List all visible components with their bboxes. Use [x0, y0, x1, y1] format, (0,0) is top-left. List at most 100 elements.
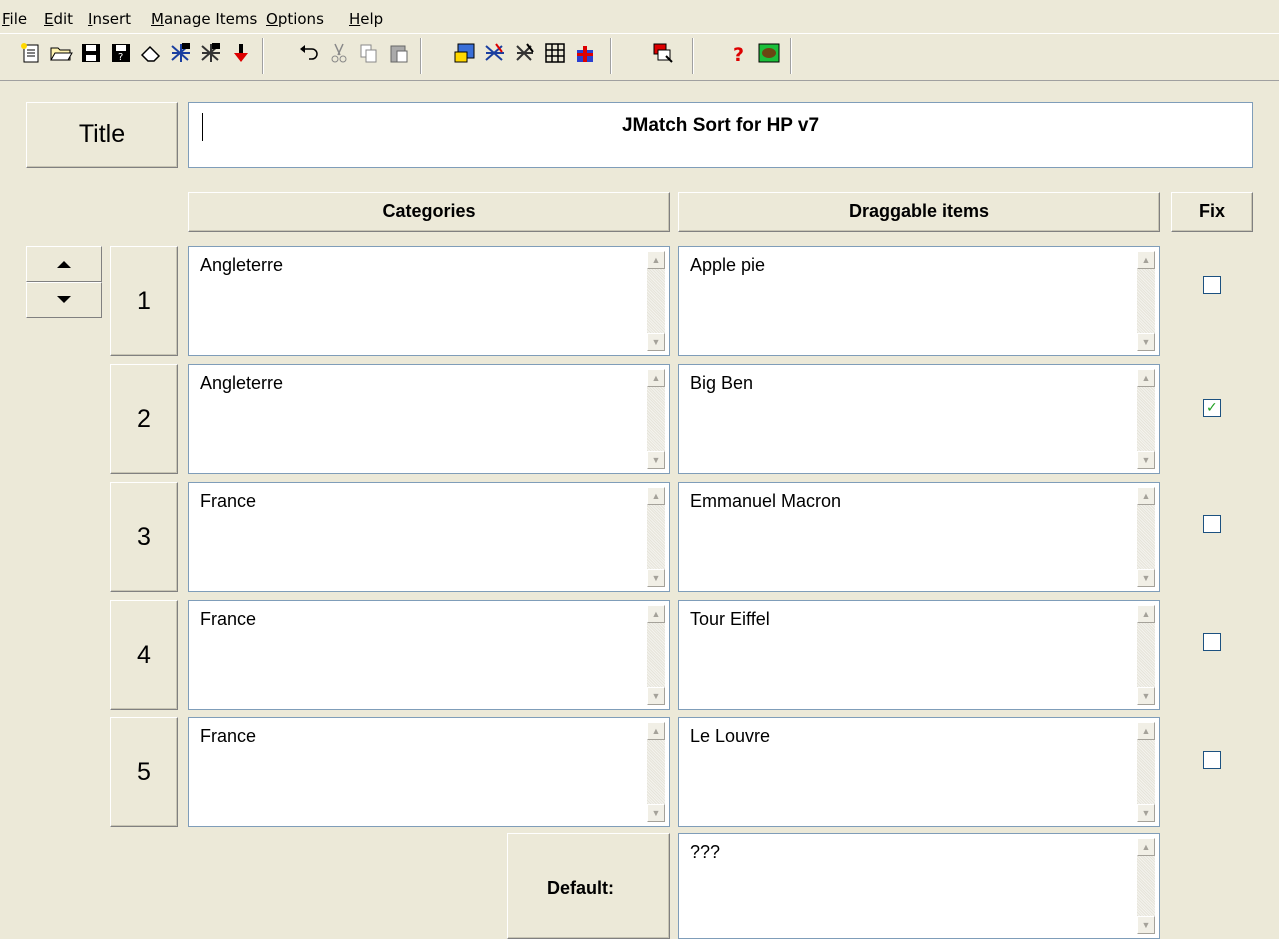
scroll-down-icon[interactable]: ▼ — [647, 333, 665, 351]
toolbar: ? ? — [0, 33, 1279, 81]
scroll-down-icon[interactable]: ▼ — [647, 804, 665, 822]
toolbar-separator — [692, 38, 694, 74]
menu-help[interactable]: Help — [349, 9, 383, 29]
item-field[interactable]: Le Louvre ▲ ▼ — [678, 717, 1160, 827]
menu-edit[interactable]: Edit — [44, 9, 73, 29]
categories-header: Categories — [188, 192, 670, 232]
item-text: Apple pie — [690, 255, 766, 275]
shuffle-icon[interactable] — [168, 40, 194, 66]
menu-manage-items[interactable]: Manage Items — [151, 9, 257, 29]
save-as-icon[interactable]: ? — [108, 40, 134, 66]
fix-header: Fix — [1171, 192, 1253, 232]
scroll-down-icon[interactable]: ▼ — [1137, 451, 1155, 469]
fix-checkbox[interactable] — [1203, 751, 1221, 769]
menu-bar: File Edit Insert Manage Items Options He… — [0, 0, 1279, 33]
scroll-up-icon[interactable]: ▲ — [1137, 838, 1155, 856]
scroll-down-icon[interactable]: ▼ — [1137, 916, 1155, 934]
help-icon[interactable]: ? — [726, 40, 752, 66]
save-icon[interactable] — [78, 40, 104, 66]
title-input[interactable]: JMatch Sort for HP v7 — [188, 102, 1253, 168]
item-field[interactable]: Apple pie ▲ ▼ — [678, 246, 1160, 356]
scroll-down-icon[interactable]: ▼ — [647, 569, 665, 587]
scroll-up-icon[interactable]: ▲ — [1137, 369, 1155, 387]
category-field[interactable]: France ▲ ▼ — [188, 600, 670, 710]
cut-icon[interactable] — [326, 40, 352, 66]
scroll-down-icon[interactable]: ▼ — [1137, 333, 1155, 351]
item-text: Emmanuel Macron — [690, 491, 842, 511]
scroll-up-icon[interactable]: ▲ — [647, 487, 665, 505]
category-field[interactable]: Angleterre ▲ ▼ — [188, 364, 670, 474]
text-caret — [202, 113, 203, 141]
category-field[interactable]: Angleterre ▲ ▼ — [188, 246, 670, 356]
download-arrow-icon[interactable] — [228, 40, 254, 66]
scroll-up-icon[interactable]: ▲ — [1137, 605, 1155, 623]
menu-options[interactable]: Options — [266, 9, 324, 29]
table-icon[interactable] — [542, 40, 568, 66]
export-alt-icon[interactable] — [512, 40, 538, 66]
scroll-up-icon[interactable]: ▲ — [647, 369, 665, 387]
eraser-icon[interactable] — [138, 40, 164, 66]
fix-checkbox[interactable] — [1203, 633, 1221, 651]
export-drag-icon[interactable] — [482, 40, 508, 66]
scrollbar[interactable]: ▲ ▼ — [1137, 251, 1155, 351]
category-field[interactable]: France ▲ ▼ — [188, 482, 670, 592]
shuffle-alt-icon[interactable] — [198, 40, 224, 66]
move-down-button[interactable] — [26, 282, 102, 318]
scrollbar[interactable]: ▲ ▼ — [647, 487, 665, 587]
gift-icon[interactable] — [572, 40, 598, 66]
category-text: Angleterre — [200, 255, 284, 275]
item-field[interactable]: Tour Eiffel ▲ ▼ — [678, 600, 1160, 710]
fix-checkbox[interactable] — [1203, 515, 1221, 533]
title-value: JMatch Sort for HP v7 — [621, 115, 820, 136]
scroll-down-icon[interactable]: ▼ — [647, 687, 665, 705]
scroll-up-icon[interactable]: ▲ — [647, 605, 665, 623]
scroll-up-icon[interactable]: ▲ — [1137, 722, 1155, 740]
category-field[interactable]: France ▲ ▼ — [188, 717, 670, 827]
move-up-button[interactable] — [26, 246, 102, 282]
scrollbar[interactable]: ▲ ▼ — [1137, 487, 1155, 587]
watch-icon[interactable] — [756, 40, 782, 66]
scroll-up-icon[interactable]: ▲ — [1137, 487, 1155, 505]
menu-file[interactable]: File — [2, 9, 27, 29]
scrollbar[interactable]: ▲ ▼ — [1137, 605, 1155, 705]
scrollbar[interactable]: ▲ ▼ — [1137, 838, 1155, 934]
export-web-icon[interactable] — [452, 40, 478, 66]
open-folder-icon[interactable] — [48, 40, 74, 66]
fix-checkbox[interactable]: ✓ — [1203, 399, 1221, 417]
scrollbar[interactable]: ▲ ▼ — [1137, 722, 1155, 822]
scroll-up-icon[interactable]: ▲ — [647, 722, 665, 740]
toolbar-separator — [262, 38, 264, 74]
scroll-down-icon[interactable]: ▼ — [1137, 569, 1155, 587]
scroll-down-icon[interactable]: ▼ — [1137, 687, 1155, 705]
scrollbar[interactable]: ▲ ▼ — [647, 605, 665, 705]
row-number: 3 — [110, 482, 178, 592]
new-file-icon[interactable] — [18, 40, 44, 66]
scroll-down-icon[interactable]: ▼ — [1137, 804, 1155, 822]
scrollbar[interactable]: ▲ ▼ — [647, 722, 665, 822]
default-label: Default: — [547, 878, 614, 898]
category-text: France — [200, 609, 257, 629]
item-text: Big Ben — [690, 373, 754, 393]
scrollbar[interactable]: ▲ ▼ — [1137, 369, 1155, 469]
scroll-up-icon[interactable]: ▲ — [1137, 251, 1155, 269]
menu-insert[interactable]: Insert — [88, 9, 131, 29]
copy-icon[interactable] — [356, 40, 382, 66]
category-text: Angleterre — [200, 373, 284, 393]
fix-checkbox[interactable] — [1203, 276, 1221, 294]
item-field[interactable]: Emmanuel Macron ▲ ▼ — [678, 482, 1160, 592]
toolbar-separator — [420, 38, 422, 74]
paste-icon[interactable] — [386, 40, 412, 66]
row-number: 2 — [110, 364, 178, 474]
title-label: Title — [26, 102, 178, 168]
toolbar-separator — [610, 38, 612, 74]
config-icon[interactable] — [650, 40, 676, 66]
draggable-items-header: Draggable items — [678, 192, 1160, 232]
scrollbar[interactable]: ▲ ▼ — [647, 251, 665, 351]
undo-icon[interactable] — [296, 40, 322, 66]
toolbar-separator — [790, 38, 792, 74]
item-field[interactable]: Big Ben ▲ ▼ — [678, 364, 1160, 474]
scroll-down-icon[interactable]: ▼ — [647, 451, 665, 469]
scroll-up-icon[interactable]: ▲ — [647, 251, 665, 269]
default-field[interactable]: ??? ▲ ▼ — [678, 833, 1160, 939]
scrollbar[interactable]: ▲ ▼ — [647, 369, 665, 469]
